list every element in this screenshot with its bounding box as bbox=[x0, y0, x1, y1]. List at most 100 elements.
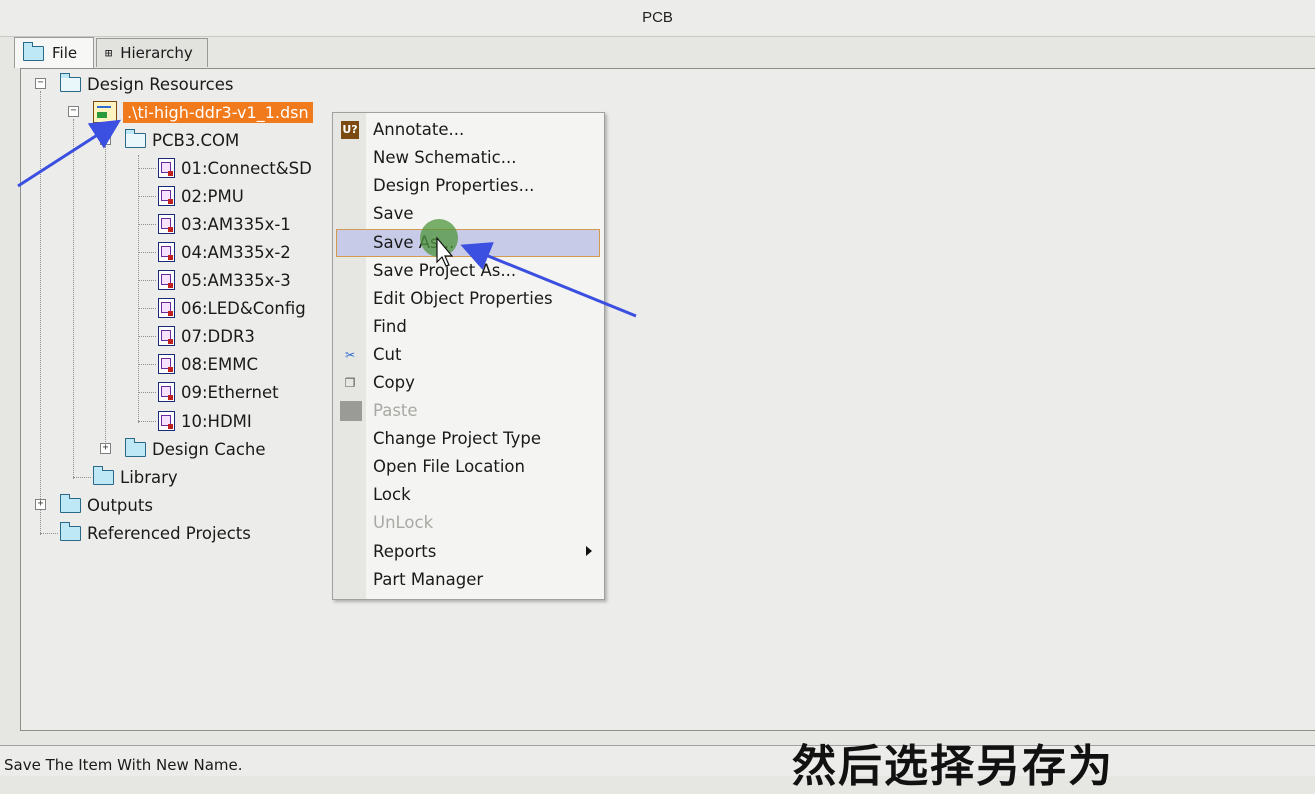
menu-item-annotate[interactable]: U? Annotate... bbox=[333, 116, 604, 144]
schematic-page-icon bbox=[158, 270, 175, 290]
menu-item-label: Find bbox=[373, 317, 407, 336]
project-tree-panel: − Design Resources − .\ti-high-ddr3-v1_1… bbox=[20, 68, 1315, 731]
design-file-icon bbox=[93, 101, 117, 123]
menu-item-part-manager[interactable]: Part Manager bbox=[333, 566, 604, 594]
menu-item-label: UnLock bbox=[373, 513, 434, 532]
tree-label: PCB3.COM bbox=[152, 130, 240, 150]
window-title: PCB bbox=[642, 9, 673, 26]
menu-item-label: Copy bbox=[373, 373, 415, 392]
menu-item-edit-object-properties[interactable]: Edit Object Properties bbox=[333, 285, 604, 313]
tree-item-page[interactable]: 01:Connect&SD bbox=[158, 155, 312, 181]
menu-item-unlock[interactable]: UnLock bbox=[333, 509, 604, 537]
tree-item-dsn-file[interactable]: .\ti-high-ddr3-v1_1.dsn bbox=[93, 99, 313, 125]
folder-open-icon bbox=[125, 128, 146, 148]
tree-label: Library bbox=[120, 467, 178, 487]
menu-item-cut[interactable]: ✂ Cut bbox=[333, 341, 604, 369]
schematic-page-icon bbox=[158, 214, 175, 234]
tree-label: 06:LED&Config bbox=[181, 298, 306, 318]
tree-label: 09:Ethernet bbox=[181, 382, 279, 402]
tree-label: 10:HDMI bbox=[181, 411, 252, 431]
menu-item-label: Save Project As... bbox=[373, 261, 517, 280]
tree-item-page[interactable]: 07:DDR3 bbox=[158, 323, 255, 349]
status-bar: Save The Item With New Name. bbox=[0, 745, 1315, 776]
schematic-page-icon bbox=[158, 382, 175, 402]
menu-item-label: New Schematic... bbox=[373, 148, 517, 167]
menu-item-new-schematic[interactable]: New Schematic... bbox=[333, 144, 604, 172]
tree-label: 04:AM335x-2 bbox=[181, 242, 291, 262]
schematic-page-icon bbox=[158, 354, 175, 374]
schematic-page-icon bbox=[158, 158, 175, 178]
tab-hierarchy-label: Hierarchy bbox=[120, 44, 193, 62]
paste-icon bbox=[340, 401, 362, 421]
tree-item-library[interactable]: Library bbox=[93, 464, 178, 490]
menu-item-reports[interactable]: Reports bbox=[333, 538, 604, 566]
menu-item-label: Lock bbox=[373, 485, 411, 504]
folder-icon bbox=[60, 521, 81, 541]
hierarchy-icon: ⊞ bbox=[105, 46, 113, 60]
copy-icon: ❐ bbox=[344, 376, 356, 390]
folder-icon bbox=[60, 493, 81, 513]
menu-item-label: Reports bbox=[373, 542, 437, 561]
status-text: Save The Item With New Name. bbox=[4, 756, 243, 774]
tree-label: 08:EMMC bbox=[181, 354, 258, 374]
tree-label: Design Resources bbox=[87, 74, 234, 94]
annotate-icon: U? bbox=[341, 121, 359, 139]
tree-item-page[interactable]: 03:AM335x-1 bbox=[158, 211, 291, 237]
tree-item-design-cache[interactable]: Design Cache bbox=[125, 436, 266, 462]
folder-open-icon bbox=[60, 72, 81, 92]
tree-label: 05:AM335x-3 bbox=[181, 270, 291, 290]
schematic-page-icon bbox=[158, 411, 175, 431]
tree-label-selected: .\ti-high-ddr3-v1_1.dsn bbox=[123, 101, 313, 123]
tree-item-referenced-projects[interactable]: Referenced Projects bbox=[60, 520, 251, 546]
tree-item-pcb-folder[interactable]: PCB3.COM bbox=[125, 127, 239, 153]
tree-label: Design Cache bbox=[152, 439, 266, 459]
tree-item-page[interactable]: 04:AM335x-2 bbox=[158, 239, 291, 265]
tree-item-outputs[interactable]: Outputs bbox=[60, 492, 153, 518]
tree-item-page[interactable]: 06:LED&Config bbox=[158, 295, 306, 321]
folder-icon bbox=[93, 465, 114, 485]
menu-item-change-project-type[interactable]: Change Project Type bbox=[333, 425, 604, 453]
menu-item-label: Annotate... bbox=[373, 120, 465, 139]
video-caption: 然后选择另存为 bbox=[792, 741, 1114, 792]
tree-item-page[interactable]: 09:Ethernet bbox=[158, 379, 279, 405]
menu-item-save[interactable]: Save bbox=[333, 200, 604, 228]
menu-item-paste[interactable]: Paste bbox=[333, 397, 604, 425]
tree-label: 07:DDR3 bbox=[181, 326, 255, 346]
menu-item-save-as[interactable]: Save As... bbox=[336, 229, 600, 257]
menu-item-label: Paste bbox=[373, 401, 418, 420]
tab-file-label: File bbox=[52, 44, 78, 62]
schematic-page-icon bbox=[158, 242, 175, 262]
schematic-page-icon bbox=[158, 326, 175, 346]
click-indicator bbox=[420, 219, 458, 257]
tree-item-design-resources[interactable]: Design Resources bbox=[60, 71, 233, 97]
tree-item-page[interactable]: 05:AM335x-3 bbox=[158, 267, 291, 293]
schematic-page-icon bbox=[158, 186, 175, 206]
menu-item-find[interactable]: Find bbox=[333, 313, 604, 341]
menu-item-label: Edit Object Properties bbox=[373, 289, 553, 308]
tree-item-page[interactable]: 02:PMU bbox=[158, 183, 244, 209]
tab-file[interactable]: File bbox=[14, 37, 94, 68]
folder-icon bbox=[23, 41, 44, 61]
menu-item-open-file-location[interactable]: Open File Location bbox=[333, 453, 604, 481]
tree-label: Referenced Projects bbox=[87, 523, 251, 543]
menu-item-label: Cut bbox=[373, 345, 402, 364]
tree-item-page[interactable]: 08:EMMC bbox=[158, 351, 258, 377]
tree-label: 03:AM335x-1 bbox=[181, 214, 291, 234]
tree-label: Outputs bbox=[87, 495, 153, 515]
menu-item-save-project-as[interactable]: Save Project As... bbox=[333, 257, 604, 285]
tab-hierarchy[interactable]: ⊞ Hierarchy bbox=[96, 38, 208, 67]
menu-item-label: Save bbox=[373, 204, 414, 223]
title-bar: PCB bbox=[0, 0, 1315, 37]
submenu-arrow-icon bbox=[586, 546, 592, 556]
tree-item-page[interactable]: 10:HDMI bbox=[158, 408, 252, 434]
menu-item-label: Open File Location bbox=[373, 457, 525, 476]
folder-icon bbox=[125, 437, 146, 457]
menu-item-copy[interactable]: ❐ Copy bbox=[333, 369, 604, 397]
menu-item-lock[interactable]: Lock bbox=[333, 481, 604, 509]
schematic-page-icon bbox=[158, 298, 175, 318]
scissors-icon: ✂ bbox=[344, 348, 356, 362]
menu-item-label: Change Project Type bbox=[373, 429, 542, 448]
tree-label: 02:PMU bbox=[181, 186, 244, 206]
tree-label: 01:Connect&SD bbox=[181, 158, 312, 178]
menu-item-design-properties[interactable]: Design Properties... bbox=[333, 172, 604, 200]
